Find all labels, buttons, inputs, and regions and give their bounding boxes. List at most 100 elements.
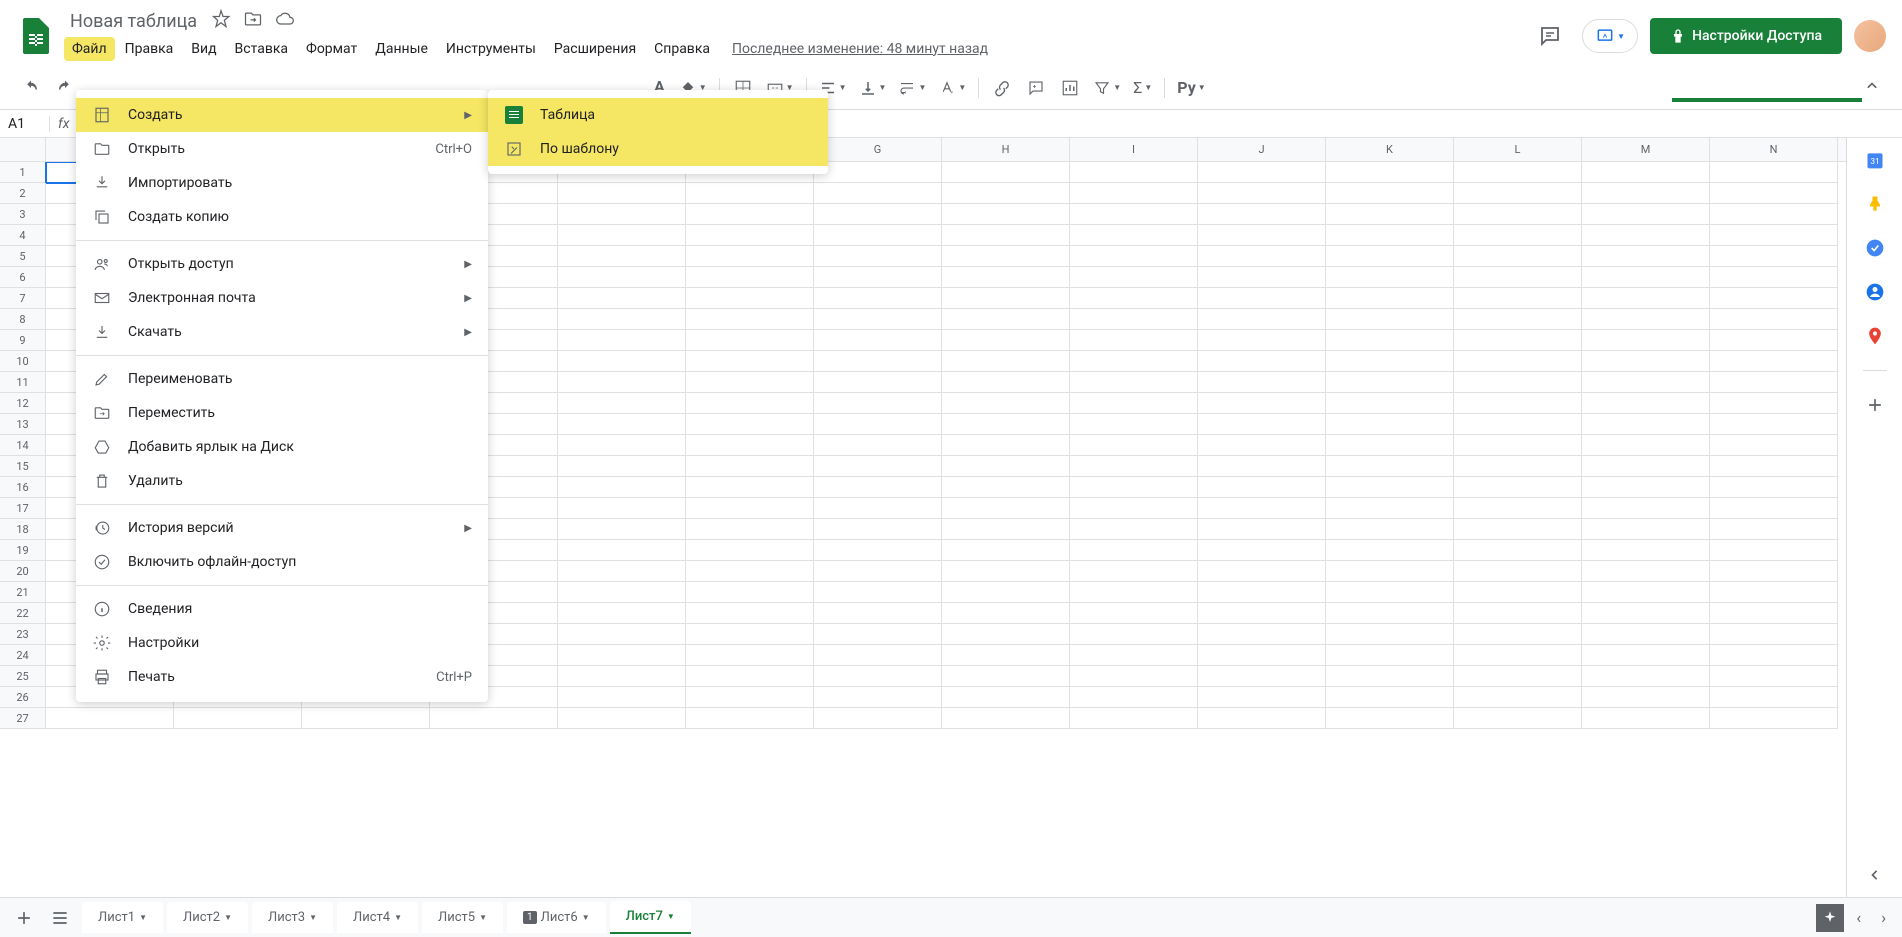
cell[interactable] [814,372,942,393]
cell[interactable] [1326,456,1454,477]
cell[interactable] [1070,540,1198,561]
scroll-tabs-right-icon[interactable]: › [1873,908,1894,927]
cell[interactable] [1454,561,1582,582]
cell[interactable] [1070,162,1198,183]
row-header[interactable]: 15 [0,456,46,477]
row-header[interactable]: 4 [0,225,46,246]
cell[interactable] [1070,582,1198,603]
cell[interactable] [1582,330,1710,351]
cell[interactable] [1070,330,1198,351]
row-header[interactable]: 2 [0,183,46,204]
cell[interactable] [1454,225,1582,246]
insert-link-icon[interactable] [987,73,1017,103]
cell[interactable] [686,414,814,435]
cell[interactable] [1454,540,1582,561]
cell[interactable] [1070,309,1198,330]
cell[interactable] [1070,435,1198,456]
cell[interactable] [1198,183,1326,204]
cell[interactable] [1454,624,1582,645]
cell[interactable] [814,498,942,519]
cell[interactable] [686,708,814,729]
cell[interactable] [1198,540,1326,561]
cell[interactable] [1582,183,1710,204]
menu-tools[interactable]: Инструменты [438,37,544,61]
cell[interactable] [942,330,1070,351]
cell[interactable] [814,330,942,351]
column-header[interactable]: J [1198,138,1326,161]
cell[interactable] [1582,582,1710,603]
cell[interactable] [942,267,1070,288]
cell[interactable] [1198,414,1326,435]
cell[interactable] [1326,666,1454,687]
cell[interactable] [558,393,686,414]
cell[interactable] [1582,498,1710,519]
cell[interactable] [1198,456,1326,477]
keep-icon[interactable] [1865,194,1885,214]
cell[interactable] [1582,267,1710,288]
filter-icon[interactable]: ▼ [1089,79,1125,97]
file-menu-item[interactable]: ПечатьCtrl+P [76,660,488,694]
cell[interactable] [1710,309,1838,330]
cell[interactable] [1070,225,1198,246]
cell[interactable] [1326,645,1454,666]
file-menu-item[interactable]: Переместить [76,396,488,430]
cell[interactable] [814,540,942,561]
cell[interactable] [1710,603,1838,624]
cell[interactable] [1582,288,1710,309]
cell[interactable] [1710,582,1838,603]
row-header[interactable]: 5 [0,246,46,267]
cell[interactable] [1326,435,1454,456]
cell[interactable] [1326,477,1454,498]
cell[interactable] [1070,708,1198,729]
cell[interactable] [1198,561,1326,582]
cell[interactable] [1710,246,1838,267]
file-menu-item[interactable]: Создать▶ [76,98,488,132]
add-addon-icon[interactable] [1865,395,1885,415]
cell[interactable] [814,351,942,372]
cell[interactable] [686,666,814,687]
functions-icon[interactable]: Σ▼ [1129,78,1156,97]
cell[interactable] [814,456,942,477]
cell[interactable] [1198,435,1326,456]
cell[interactable] [1710,225,1838,246]
present-button[interactable]: ▼ [1582,19,1638,53]
cell[interactable] [1326,708,1454,729]
cell[interactable] [1710,645,1838,666]
cell[interactable] [942,288,1070,309]
cell[interactable] [1198,288,1326,309]
cell[interactable] [1454,351,1582,372]
cell[interactable] [1198,624,1326,645]
cell[interactable] [1198,267,1326,288]
sheet-tab[interactable]: 1Лист6▼ [507,902,606,933]
row-header[interactable]: 17 [0,498,46,519]
file-menu-item[interactable]: Удалить [76,464,488,498]
cell[interactable] [1198,309,1326,330]
cell[interactable] [814,225,942,246]
cell[interactable] [1710,477,1838,498]
file-menu-item[interactable]: Добавить ярлык на Диск [76,430,488,464]
row-header[interactable]: 8 [0,309,46,330]
file-menu-item[interactable]: Настройки [76,626,488,660]
cell[interactable] [1454,183,1582,204]
cell[interactable] [1070,624,1198,645]
cell[interactable] [558,246,686,267]
cell[interactable] [686,477,814,498]
menu-format[interactable]: Формат [298,37,365,61]
cell[interactable] [558,477,686,498]
cell[interactable] [1582,624,1710,645]
cell[interactable] [1326,624,1454,645]
column-header[interactable]: K [1326,138,1454,161]
menu-insert[interactable]: Вставка [227,37,296,61]
cell[interactable] [686,330,814,351]
cell[interactable] [1198,351,1326,372]
calendar-icon[interactable]: 31 [1865,150,1885,170]
cell[interactable] [558,351,686,372]
cell[interactable] [1454,204,1582,225]
cell[interactable] [1454,582,1582,603]
cell[interactable] [1070,456,1198,477]
cell[interactable] [814,477,942,498]
cell[interactable] [1198,225,1326,246]
file-menu-item[interactable]: Электронная почта▶ [76,281,488,315]
cell[interactable] [814,309,942,330]
cell[interactable] [1710,666,1838,687]
